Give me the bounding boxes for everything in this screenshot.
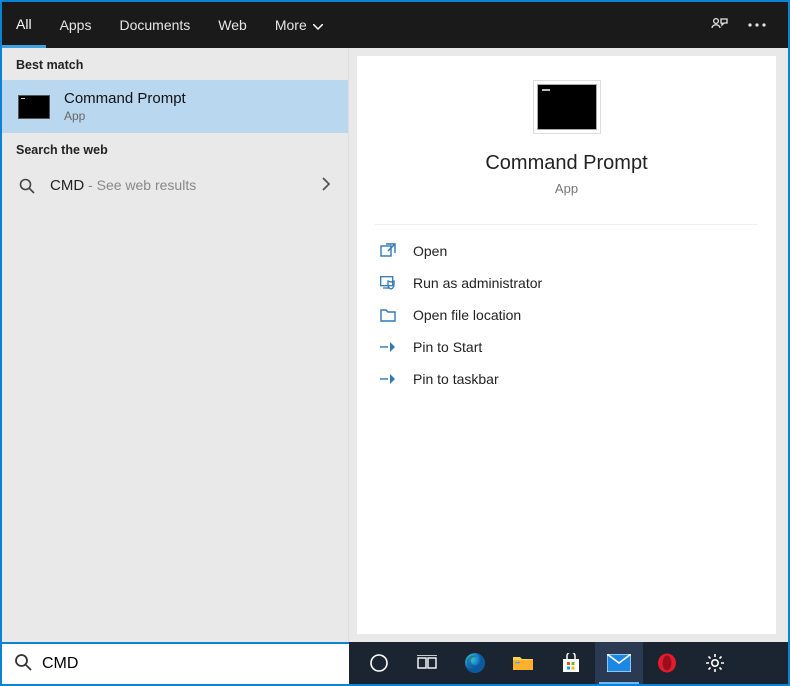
folder-icon [379, 308, 397, 322]
search-input[interactable] [42, 655, 337, 673]
action-open-location[interactable]: Open file location [369, 299, 764, 331]
command-prompt-large-icon [537, 84, 597, 130]
tab-all[interactable]: All [2, 2, 46, 48]
tab-label: Web [218, 17, 247, 33]
preview-panel-container: Command Prompt App Open [349, 48, 788, 642]
search-filter-tabs: All Apps Documents Web More [2, 2, 337, 48]
action-pin-taskbar[interactable]: Pin to taskbar [369, 363, 764, 395]
action-label: Open [413, 243, 447, 259]
result-subtitle: App [64, 109, 186, 123]
chevron-right-icon [322, 177, 330, 196]
edge-icon[interactable] [451, 642, 499, 684]
start-search-window: All Apps Documents Web More [0, 0, 790, 686]
action-label: Pin to taskbar [413, 371, 499, 387]
result-title: Command Prompt [64, 90, 186, 107]
preview-subtitle: App [555, 181, 578, 196]
cortana-icon[interactable] [355, 642, 403, 684]
preview-actions: Open Run as administrator Open file loca… [357, 231, 776, 399]
mail-icon[interactable] [595, 642, 643, 684]
preview-title: Command Prompt [485, 152, 647, 175]
tab-label: All [16, 16, 32, 32]
tab-more[interactable]: More [261, 2, 337, 48]
search-icon [18, 177, 36, 195]
preview-panel: Command Prompt App Open [357, 56, 776, 634]
tab-label: Documents [119, 17, 190, 33]
more-options-icon[interactable] [748, 23, 766, 27]
command-prompt-icon [18, 95, 50, 119]
tab-apps[interactable]: Apps [46, 2, 106, 48]
feedback-icon[interactable] [710, 16, 728, 34]
action-pin-start[interactable]: Pin to Start [369, 331, 764, 363]
search-bar[interactable] [2, 642, 349, 684]
admin-icon [379, 276, 397, 291]
task-view-icon[interactable] [403, 642, 451, 684]
tab-label: More [275, 17, 307, 33]
open-icon [379, 243, 397, 259]
opera-icon[interactable] [643, 642, 691, 684]
web-result-cmd[interactable]: CMD - See web results [2, 165, 348, 207]
settings-gear-icon[interactable] [691, 642, 739, 684]
tab-documents[interactable]: Documents [105, 2, 204, 48]
bottom-row [2, 642, 788, 684]
results-panel: Best match Command Prompt App Search the… [2, 48, 349, 642]
best-match-heading: Best match [2, 48, 348, 80]
search-header: All Apps Documents Web More [2, 2, 788, 48]
file-explorer-icon[interactable] [499, 642, 547, 684]
search-web-heading: Search the web [2, 133, 348, 165]
search-body: Best match Command Prompt App Search the… [2, 48, 788, 642]
action-run-admin[interactable]: Run as administrator [369, 267, 764, 299]
taskbar [349, 642, 788, 684]
action-open[interactable]: Open [369, 235, 764, 267]
search-icon [14, 653, 32, 676]
header-right [710, 2, 788, 48]
store-icon[interactable] [547, 642, 595, 684]
tab-web[interactable]: Web [204, 2, 261, 48]
result-command-prompt[interactable]: Command Prompt App [2, 80, 348, 133]
pin-start-icon [379, 340, 397, 354]
web-suffix: - See web results [84, 177, 196, 193]
tab-label: Apps [60, 17, 92, 33]
action-label: Open file location [413, 307, 521, 323]
chevron-down-icon [313, 17, 323, 33]
pin-taskbar-icon [379, 372, 397, 386]
web-result-text: CMD - See web results [50, 177, 196, 195]
result-texts: Command Prompt App [64, 90, 186, 123]
action-label: Run as administrator [413, 275, 542, 291]
web-query: CMD [50, 177, 84, 194]
divider [375, 224, 758, 225]
preview-header: Command Prompt App [357, 84, 776, 196]
action-label: Pin to Start [413, 339, 482, 355]
